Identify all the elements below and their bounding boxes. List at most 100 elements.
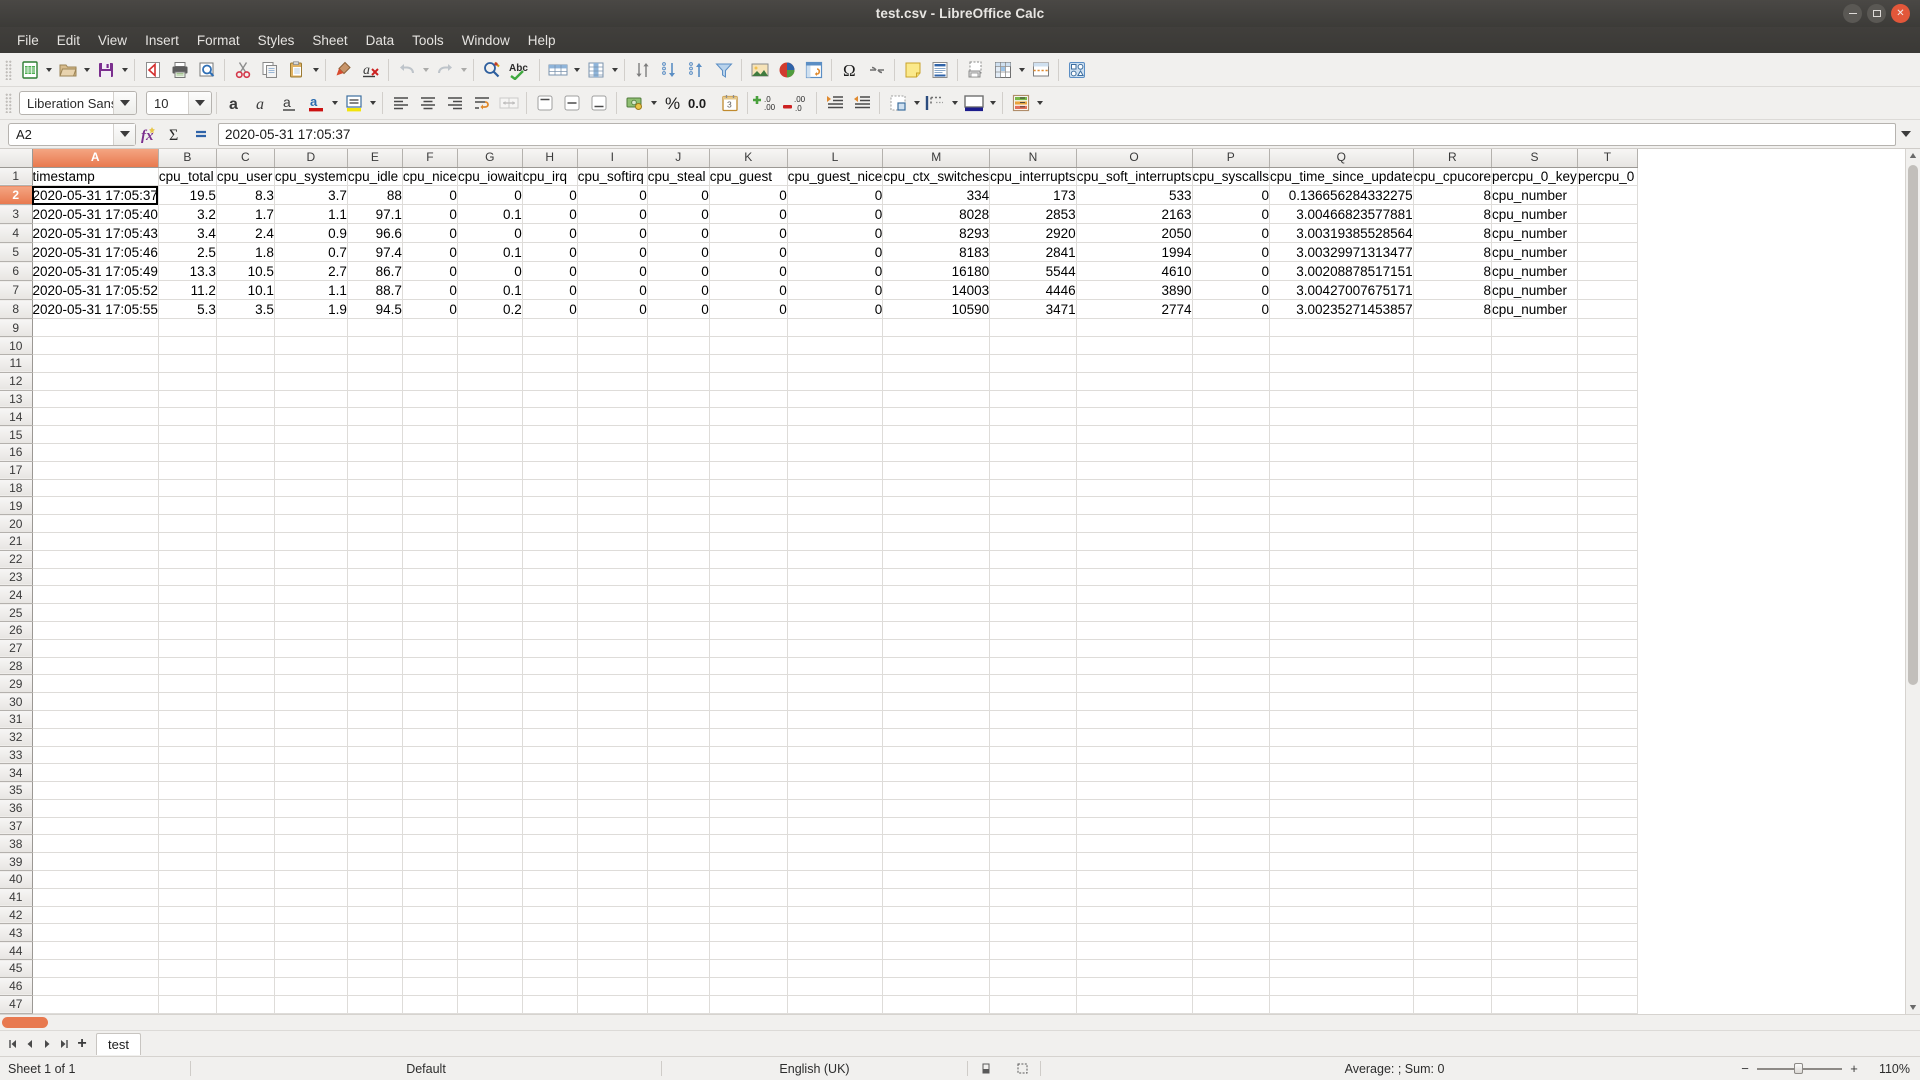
cell-T26[interactable] (1577, 621, 1638, 640)
cell-B5[interactable]: 2.5 (158, 242, 217, 263)
conditional-formatting-dropdown-icon[interactable] (1034, 90, 1045, 116)
row-header-41[interactable]: 41 (0, 888, 33, 907)
cell-B37[interactable] (158, 817, 217, 836)
cell-C32[interactable] (216, 728, 275, 747)
cell-R30[interactable] (1413, 692, 1492, 711)
cell-E26[interactable] (347, 621, 403, 640)
cell-J43[interactable] (647, 923, 710, 943)
row-header-36[interactable]: 36 (0, 799, 33, 818)
cell-M12[interactable] (882, 372, 991, 391)
export-pdf-icon[interactable] (139, 57, 166, 83)
cell-Q24[interactable] (1269, 585, 1414, 605)
cell-E24[interactable] (347, 585, 403, 605)
cell-J41[interactable] (647, 888, 710, 907)
cell-E15[interactable] (347, 425, 403, 444)
cell-C20[interactable] (216, 514, 275, 533)
cell-S11[interactable] (1491, 354, 1578, 373)
insert-image-icon[interactable] (746, 57, 773, 83)
cell-A34[interactable] (32, 763, 159, 783)
cell-N39[interactable] (989, 852, 1077, 872)
cell-T27[interactable] (1577, 639, 1638, 658)
column-header-o[interactable]: O (1076, 149, 1193, 168)
cell-Q36[interactable] (1269, 799, 1414, 818)
cell-S22[interactable] (1491, 550, 1578, 569)
cell-Q34[interactable] (1269, 763, 1414, 783)
cell-I38[interactable] (577, 834, 648, 854)
cell-M5[interactable]: 8183 (882, 242, 991, 263)
save-document-dropdown-icon[interactable] (119, 57, 130, 83)
cell-Q35[interactable] (1269, 781, 1414, 800)
cell-D1[interactable]: cpu_system (274, 167, 348, 187)
cell-K18[interactable] (709, 479, 788, 498)
cell-L19[interactable] (787, 496, 884, 516)
cell-B17[interactable] (158, 461, 217, 480)
row-header-10[interactable]: 10 (0, 336, 33, 355)
cell-M25[interactable] (882, 603, 991, 622)
row-header-44[interactable]: 44 (0, 941, 33, 961)
row-header-23[interactable]: 23 (0, 568, 33, 587)
cell-C33[interactable] (216, 746, 275, 765)
row-header-20[interactable]: 20 (0, 514, 33, 533)
cell-M29[interactable] (882, 674, 991, 694)
new-document-dropdown-icon[interactable] (43, 57, 54, 83)
function-wizard-icon[interactable]: fx (136, 122, 162, 147)
cell-K6[interactable]: 0 (709, 261, 788, 282)
cell-A8[interactable]: 2020-05-31 17:05:55 (32, 299, 159, 320)
cell-E41[interactable] (347, 888, 403, 907)
cell-P8[interactable]: 0 (1192, 299, 1271, 320)
cell-T43[interactable] (1577, 923, 1638, 943)
cell-P31[interactable] (1192, 710, 1271, 729)
cell-P42[interactable] (1192, 906, 1271, 925)
cell-T32[interactable] (1577, 728, 1638, 747)
cell-R40[interactable] (1413, 870, 1492, 889)
row-header-18[interactable]: 18 (0, 479, 33, 498)
cell-A42[interactable] (32, 906, 159, 925)
cell-Q20[interactable] (1269, 514, 1414, 533)
conditional-formatting-button[interactable] (1007, 90, 1034, 116)
cell-R14[interactable] (1413, 407, 1492, 427)
cell-J34[interactable] (647, 763, 710, 783)
cell-M4[interactable]: 8293 (882, 223, 991, 244)
cell-P6[interactable]: 0 (1192, 261, 1271, 282)
cell-Q45[interactable] (1269, 959, 1414, 978)
highlight-color-dropdown-icon[interactable] (367, 90, 378, 116)
toolbar-grip[interactable] (5, 59, 12, 80)
cell-H3[interactable]: 0 (522, 204, 578, 225)
cell-S20[interactable] (1491, 514, 1578, 533)
cell-O24[interactable] (1076, 585, 1193, 605)
cell-O39[interactable] (1076, 852, 1193, 872)
cell-L37[interactable] (787, 817, 884, 836)
cell-F32[interactable] (402, 728, 458, 747)
cell-D12[interactable] (274, 372, 348, 391)
cell-N15[interactable] (989, 425, 1077, 444)
cell-T12[interactable] (1577, 372, 1638, 391)
cell-T2[interactable] (1577, 185, 1638, 206)
row-header-42[interactable]: 42 (0, 906, 33, 925)
cell-H8[interactable]: 0 (522, 299, 578, 320)
cut-icon[interactable] (229, 57, 256, 83)
cell-K9[interactable] (709, 318, 788, 338)
cell-D8[interactable]: 1.9 (274, 299, 348, 320)
cell-J32[interactable] (647, 728, 710, 747)
column-header-c[interactable]: C (216, 149, 275, 168)
cell-J10[interactable] (647, 336, 710, 355)
cell-B47[interactable] (158, 995, 217, 1014)
cell-A2[interactable]: 2020-05-31 17:05:37 (32, 185, 159, 206)
border-style-button[interactable] (922, 90, 949, 116)
cell-Q18[interactable] (1269, 479, 1414, 498)
cell-R42[interactable] (1413, 906, 1492, 925)
cell-K42[interactable] (709, 906, 788, 925)
menu-styles[interactable]: Styles (249, 30, 304, 51)
cell-S32[interactable] (1491, 728, 1578, 747)
cell-D23[interactable] (274, 568, 348, 587)
cell-S34[interactable] (1491, 763, 1578, 783)
cell-N42[interactable] (989, 906, 1077, 925)
last-sheet-button[interactable] (55, 1034, 72, 1054)
cell-N1[interactable]: cpu_interrupts (989, 167, 1077, 187)
format-percent-button[interactable]: % (659, 90, 686, 116)
cell-D33[interactable] (274, 746, 348, 765)
align-center-button[interactable] (414, 90, 441, 116)
cell-Q12[interactable] (1269, 372, 1414, 391)
cell-A10[interactable] (32, 336, 159, 355)
cell-L30[interactable] (787, 692, 884, 711)
